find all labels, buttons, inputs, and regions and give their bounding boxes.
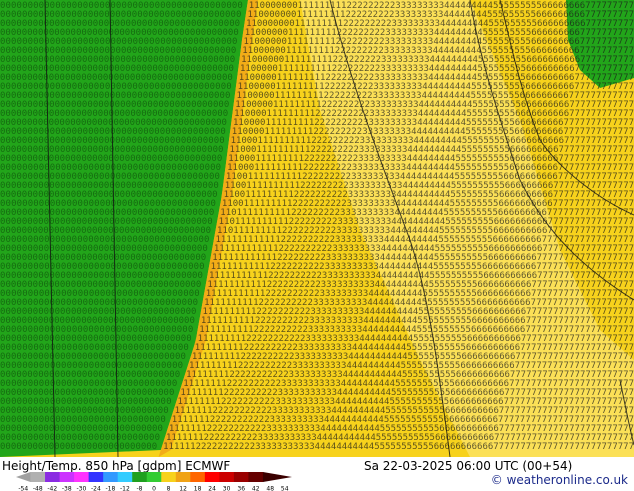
colorbar-segment (132, 472, 147, 482)
colorbar-segment (219, 472, 234, 482)
colorbar-tick-label: 12 (179, 486, 187, 491)
colorbar-tick-label: -54 (18, 486, 28, 491)
colorbar-tick-label: -42 (47, 486, 57, 491)
colorbar-tick-label: 30 (223, 486, 231, 491)
colorbar-segment (234, 472, 249, 482)
colorbar-tick-label: -12 (120, 486, 130, 491)
temperature-value-labels: 0000000000000000000000000000000000000000… (0, 1, 634, 452)
temperature-colorbar (16, 471, 292, 483)
colorbar-arrow-right (263, 472, 292, 482)
colorbar-tick-label: 36 (237, 486, 245, 491)
colorbar-segment (89, 472, 104, 482)
colorbar-segment (147, 472, 162, 482)
colorbar-tick-label: 8 (167, 486, 171, 491)
label-row-west: 00000000000000000000000000000 (0, 442, 157, 452)
valid-time: Sa 22-03-2025 06:00 UTC (00+54) (364, 459, 572, 473)
colorbar-tick-label: 54 (281, 486, 289, 491)
label-row-east: 1111112222222222233333333333444444444445… (163, 442, 634, 452)
colorbar-segment (60, 472, 75, 482)
colorbar-tick-label: 0 (152, 486, 156, 491)
weather-map[interactable]: 0000000000000000000000000000000000000000… (0, 0, 634, 457)
colorbar-segment (74, 472, 89, 482)
colorbar-segment (205, 472, 220, 482)
colorbar-tick-label: -30 (76, 486, 86, 491)
colorbar-segment (190, 472, 205, 482)
colorbar-tick-label: 24 (208, 486, 216, 491)
colorbar-arrow-left (16, 472, 31, 482)
colorbar-tick-label: -38 (62, 486, 72, 491)
colorbar-segment (31, 472, 46, 482)
colorbar-tick-label: -8 (137, 486, 143, 491)
colorbar-tick-label: 18 (194, 486, 202, 491)
colorbar-segment (248, 472, 263, 482)
colorbar-segment (176, 472, 191, 482)
colorbar-segment (118, 472, 133, 482)
colorbar-tick-label: 42 (252, 486, 260, 491)
colorbar-tick-label: 48 (266, 486, 274, 491)
colorbar-segment (161, 472, 176, 482)
colorbar-tick-label: -18 (105, 486, 115, 491)
colorbar-segment (103, 472, 118, 482)
colorbar-tick-label: -48 (33, 486, 43, 491)
colorbar-segment (45, 472, 60, 482)
colorbar-tick-label: -24 (91, 486, 101, 491)
site-credit-link[interactable]: © weatheronline.co.uk (491, 473, 628, 487)
